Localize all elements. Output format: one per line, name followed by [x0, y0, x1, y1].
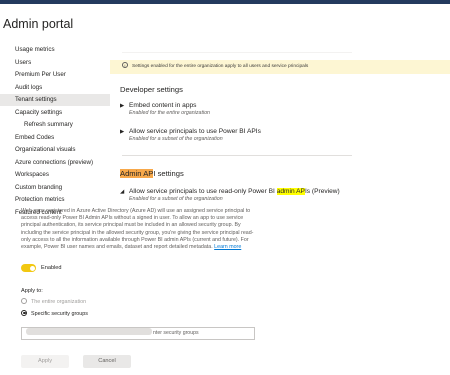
setting-name: Embed content in apps [129, 102, 197, 109]
radio-unchecked-icon [21, 297, 27, 304]
sidebar-item-audit-logs[interactable]: Audit logs [0, 82, 110, 94]
enabled-toggle[interactable] [21, 264, 36, 272]
banner-text: Settings enabled for the entire organiza… [132, 64, 309, 69]
sidebar-item-users[interactable]: Users [0, 57, 110, 69]
setting-name: Allow service principals to use read-onl… [124, 188, 364, 195]
sidebar-item-custom-branding[interactable]: Custom branding [0, 182, 110, 194]
sidebar-item-embed-codes[interactable]: Embed Codes [0, 132, 110, 144]
sidebar-item-workspaces[interactable]: Workspaces [0, 169, 110, 181]
radio-label: The entire organization [31, 299, 87, 305]
setting-service-principals-apis[interactable]: ▶ Allow service principals to use Power … [120, 128, 364, 142]
sidebar-item-organizational-visuals[interactable]: Organizational visuals [0, 144, 110, 156]
sidebar-item-azure-connections[interactable]: Azure connections (preview) [0, 157, 110, 169]
info-banner: i Settings enabled for the entire organiz… [110, 60, 450, 74]
radio-entire-organization[interactable]: The entire organization [21, 297, 87, 306]
setting-read-only-admin-apis[interactable]: ◢ Allow service principals to use read-o… [120, 188, 364, 202]
caret-right-icon[interactable]: ▶ [120, 129, 124, 135]
developer-settings-heading: Developer settings [120, 85, 183, 94]
radio-checked-icon [21, 309, 27, 316]
search-highlight: Admin AP [120, 169, 154, 178]
cancel-button[interactable]: Cancel [83, 355, 131, 368]
setting-name-post: Is (Preview) [304, 188, 340, 195]
apply-button[interactable]: Apply [21, 355, 69, 368]
setting-name-pre: Allow service principals to use read-onl… [129, 188, 277, 195]
setting-name: Allow service principals to use Power BI… [129, 128, 261, 135]
section-divider [122, 155, 352, 156]
sidebar-item-refresh-summary[interactable]: Refresh summary [0, 119, 110, 131]
security-group-input[interactable]: nter security groups [21, 327, 255, 340]
admin-api-settings-heading: Admin API settings [120, 169, 184, 178]
sidebar-item-tenant-settings[interactable]: Tenant settings [0, 94, 110, 106]
toggle-knob [29, 265, 35, 271]
sidebar-item-capacity-settings[interactable]: Capacity settings [0, 107, 110, 119]
top-divider [122, 52, 352, 53]
caret-right-icon[interactable]: ▶ [120, 103, 124, 109]
setting-status: Enabled for a subset of the organization [129, 136, 223, 142]
setting-embed-content[interactable]: ▶ Embed content in apps Enabled for the … [120, 102, 364, 116]
apply-to-label: Apply to: [21, 288, 43, 294]
radio-label: Specific security groups [31, 311, 88, 317]
redacted-chip [26, 328, 152, 336]
setting-description: Web apps registered in Azure Active Dire… [21, 208, 255, 251]
setting-status: Enabled for the entire organization [129, 110, 210, 116]
toggle-label: Enabled [41, 265, 62, 271]
heading-rest: I settings [153, 169, 184, 178]
sidebar-item-protection-metrics[interactable]: Protection metrics [0, 194, 110, 206]
info-icon: i [122, 61, 128, 68]
setting-status: Enabled for a subset of the organization [129, 196, 223, 202]
radio-specific-security-groups[interactable]: Specific security groups [21, 309, 88, 318]
input-text: nter security groups [153, 330, 199, 336]
search-highlight: admin AP [276, 188, 305, 195]
learn-more-link[interactable]: Learn more [214, 244, 241, 250]
sidebar-item-premium-per-user[interactable]: Premium Per User [0, 69, 110, 81]
sidebar-item-usage-metrics[interactable]: Usage metrics [0, 44, 110, 56]
caret-down-icon[interactable]: ◢ [120, 189, 124, 195]
top-app-bar [0, 0, 450, 4]
page-title: Admin portal [3, 17, 74, 31]
